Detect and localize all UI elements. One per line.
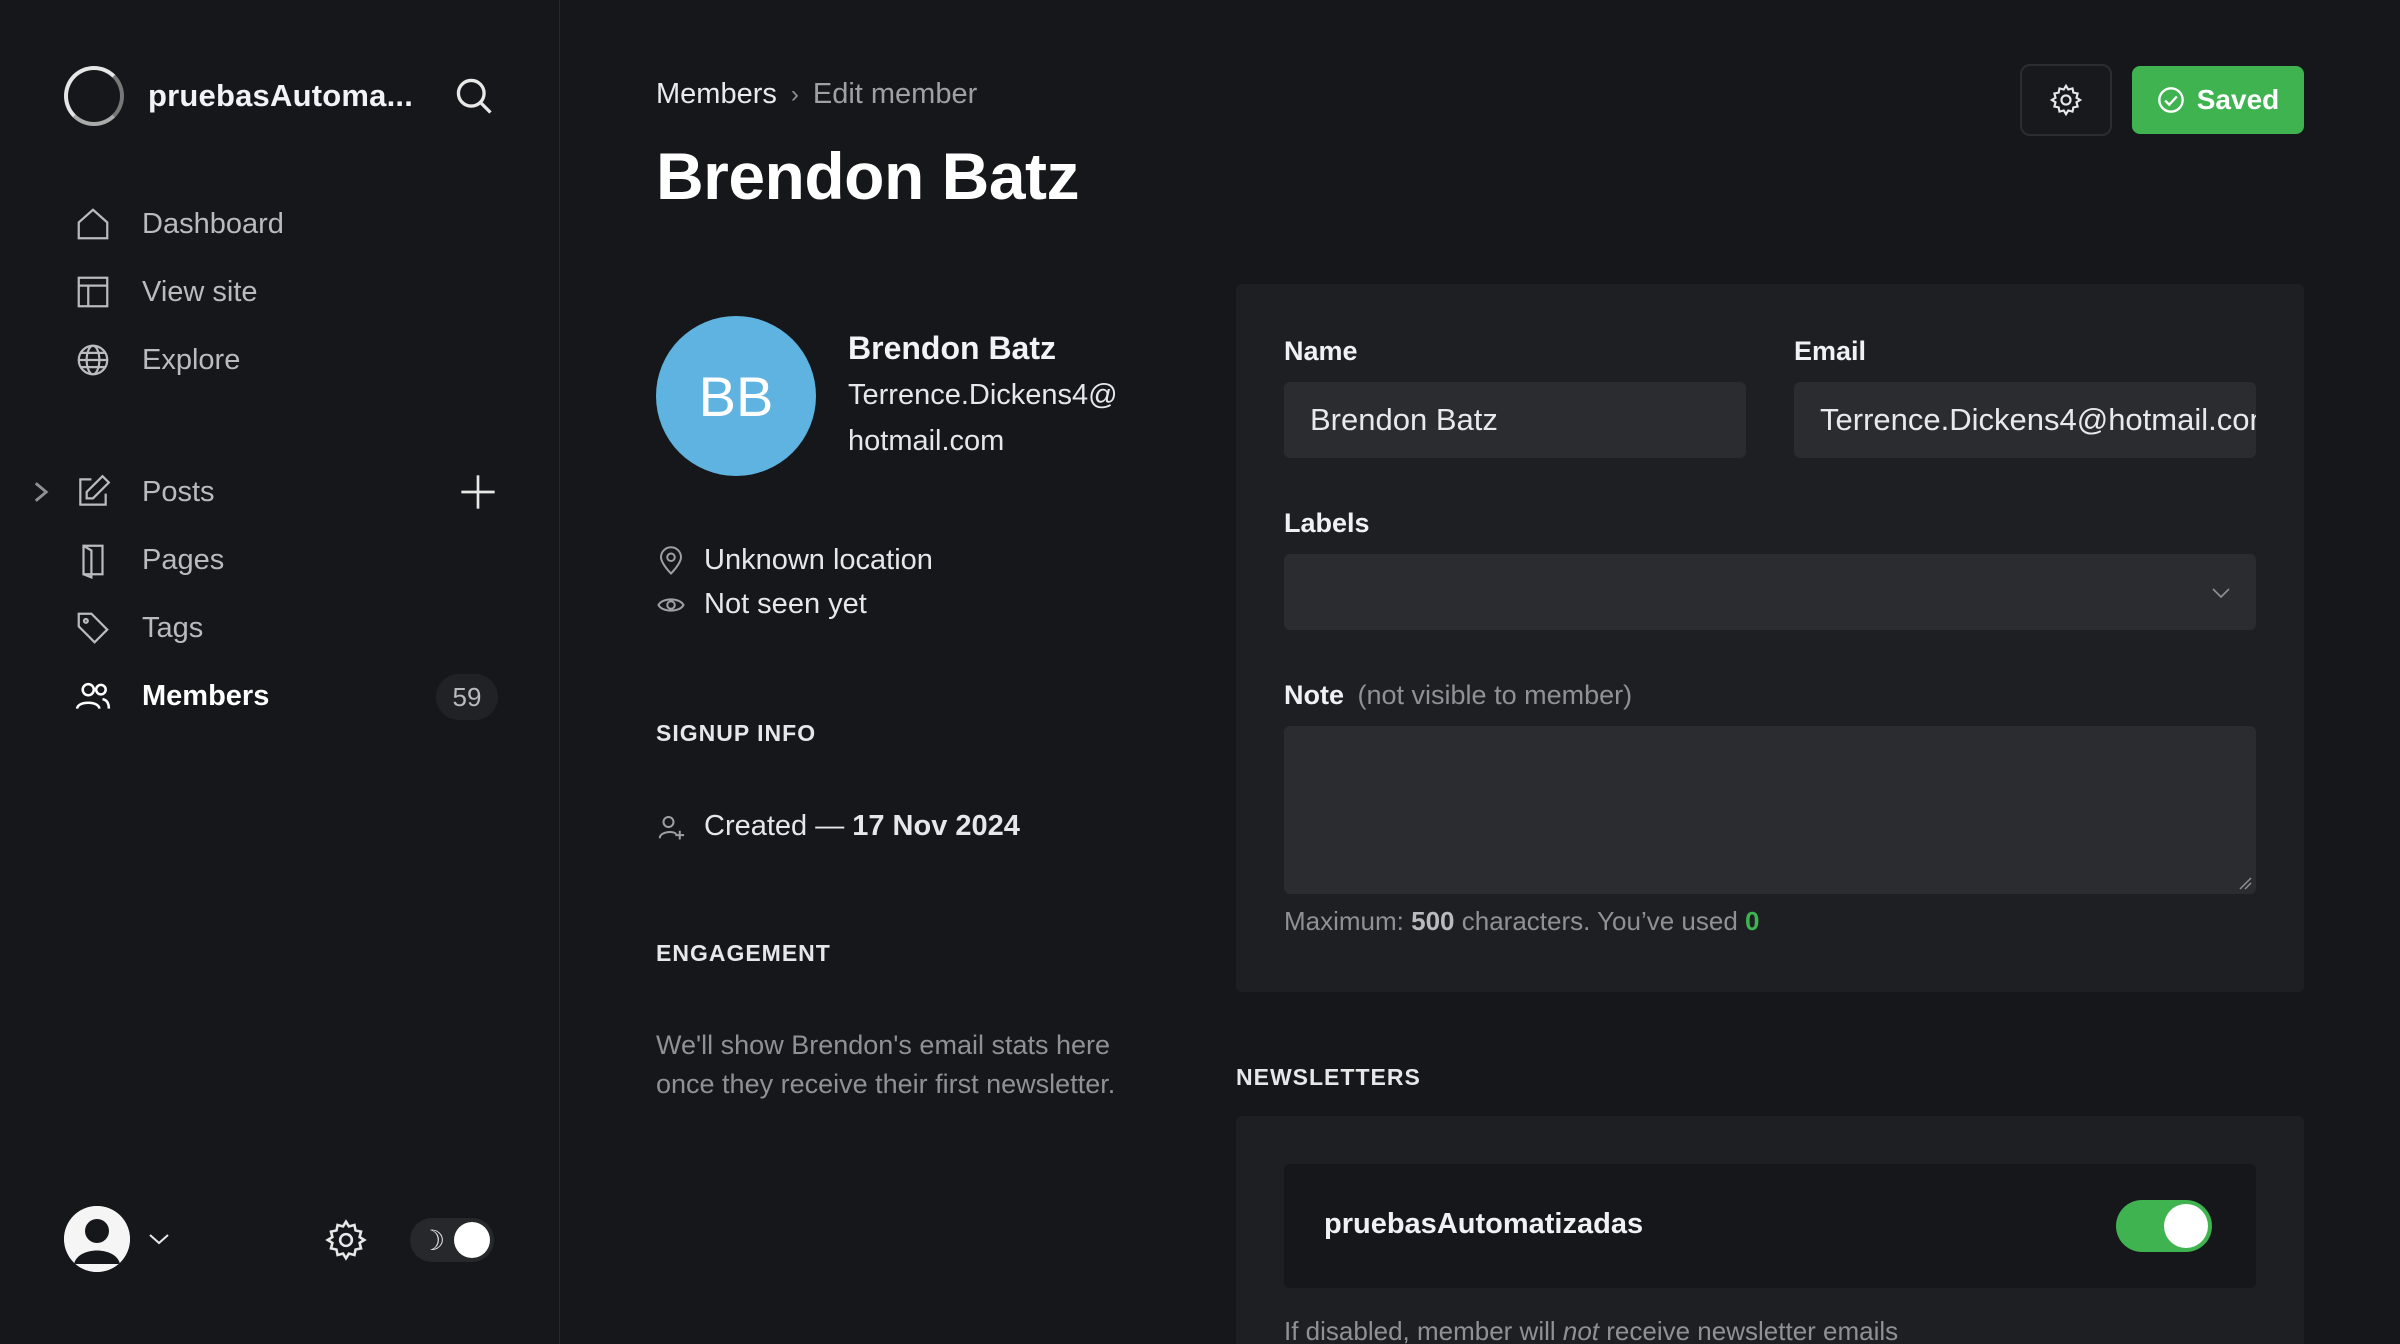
signup-info-heading: SIGNUP INFO <box>656 720 817 746</box>
sidebar-item-view-site[interactable]: View site <box>74 268 258 316</box>
labels-select[interactable] <box>1284 554 2256 630</box>
sidebar-item-label: Dashboard <box>142 207 284 240</box>
chevron-down-icon <box>2212 588 2230 599</box>
member-email: Terrence.Dickens4@ hotmail.com <box>848 372 1138 464</box>
settings-gear-icon[interactable] <box>324 1218 368 1262</box>
layout-icon <box>77 276 109 308</box>
newsletters-heading: NEWSLETTERS <box>1236 1064 1421 1090</box>
tag-icon <box>77 612 109 644</box>
news-hint-a: If disabled, member will <box>1284 1316 1563 1344</box>
search-icon[interactable] <box>452 74 496 118</box>
sidebar-item-label: Posts <box>142 475 215 508</box>
eye-icon <box>657 597 685 612</box>
news-hint-em: not <box>1562 1316 1600 1344</box>
moon-icon: ☽ <box>420 1225 446 1256</box>
user-plus-icon <box>658 815 685 839</box>
brand[interactable]: pruebasAutoma... <box>64 64 413 128</box>
members-count-badge: 59 <box>436 674 498 720</box>
note-char-hint: Maximum: 500 characters. You’ve used 0 <box>1284 906 1760 937</box>
chevron-right-icon[interactable] <box>30 478 52 506</box>
sidebar-item-pages[interactable]: Pages <box>74 536 224 584</box>
hint-used: 0 <box>1745 906 1760 936</box>
page-icon <box>82 544 104 579</box>
location-text: Unknown location <box>704 544 933 576</box>
hint-mid: characters. You’ve used <box>1454 906 1746 936</box>
sidebar-item-label: View site <box>142 275 258 308</box>
location-pin-icon <box>659 545 683 575</box>
breadcrumb-separator-icon: › <box>790 80 799 108</box>
add-post-icon[interactable] <box>458 472 498 512</box>
sidebar-item-label: Tags <box>142 611 204 644</box>
hint-max: 500 <box>1411 906 1455 936</box>
site-logo <box>64 66 124 126</box>
member-avatar: BB <box>656 316 816 476</box>
member-name: Brendon Batz <box>848 330 1056 366</box>
check-circle-icon <box>2157 87 2184 113</box>
user-avatar[interactable] <box>64 1206 130 1272</box>
member-location: Unknown location <box>656 544 933 577</box>
breadcrumb: Members › Edit member <box>656 78 977 111</box>
engagement-text: We'll show Brendon's email stats here on… <box>656 1030 1116 1099</box>
sidebar: pruebasAutoma... Dashboard View site Exp… <box>0 0 560 1344</box>
sidebar-item-explore[interactable]: Explore <box>74 336 240 384</box>
globe-icon <box>77 344 109 376</box>
news-hint-b: receive newsletter emails <box>1599 1316 1899 1344</box>
member-email-line: Terrence.Dickens4@ <box>848 379 1118 411</box>
created-date: 17 Nov 2024 <box>852 810 1020 842</box>
newsletter-name: pruebasAutomatizadas <box>1324 1208 1644 1240</box>
members-icon <box>75 682 111 710</box>
hint-prefix: Maximum: <box>1284 906 1412 936</box>
member-created: Created — 17 Nov 2024 <box>656 810 1020 843</box>
saved-label: Saved <box>2196 84 2280 115</box>
member-email-line: hotmail.com <box>848 425 1005 457</box>
newsletter-hint: If disabled, member will not receive new… <box>1284 1316 1898 1344</box>
edit-icon <box>79 474 111 506</box>
home-icon <box>77 208 109 240</box>
note-label-sub: (not visible to member) <box>1357 680 1633 710</box>
sidebar-item-members[interactable]: Members <box>74 672 269 720</box>
saved-button[interactable]: Saved <box>2132 66 2304 134</box>
name-field[interactable]: Brendon Batz <box>1284 382 1746 458</box>
resize-grip-icon[interactable] <box>2238 876 2252 890</box>
gear-icon <box>2049 83 2083 117</box>
sidebar-item-dashboard[interactable]: Dashboard <box>74 200 284 248</box>
theme-toggle[interactable]: ☽ <box>410 1218 494 1262</box>
site-name: pruebasAutoma... <box>148 78 414 113</box>
sidebar-item-label: Pages <box>142 543 225 576</box>
note-label-text: Note <box>1284 680 1344 710</box>
sidebar-item-label: Explore <box>142 343 241 376</box>
sidebar-item-tags[interactable]: Tags <box>74 604 203 652</box>
sidebar-item-label: Members <box>142 679 270 712</box>
newsletter-toggle[interactable] <box>2116 1200 2212 1252</box>
page-title: Brendon Batz <box>656 139 1080 213</box>
sidebar-item-posts[interactable]: Posts <box>74 468 215 516</box>
breadcrumb-current: Edit member <box>812 78 978 110</box>
engagement-heading: ENGAGEMENT <box>656 940 831 966</box>
labels-label: Labels <box>1284 508 1370 538</box>
email-label: Email <box>1794 336 1867 366</box>
email-field[interactable]: Terrence.Dickens4@hotmail.com <box>1794 382 2256 458</box>
member-last-seen: Not seen yet <box>656 588 867 621</box>
member-actions-button[interactable] <box>2020 64 2112 136</box>
breadcrumb-members-link[interactable]: Members <box>656 78 777 111</box>
note-textarea[interactable] <box>1284 726 2256 894</box>
toggle-knob <box>454 1222 490 1258</box>
name-label: Name <box>1284 336 1358 366</box>
toggle-knob <box>2164 1204 2208 1248</box>
last-seen-text: Not seen yet <box>704 588 867 620</box>
created-prefix: Created — <box>704 810 845 842</box>
note-label: Note (not visible to member) <box>1284 680 1632 711</box>
chevron-down-icon[interactable] <box>146 1228 172 1250</box>
